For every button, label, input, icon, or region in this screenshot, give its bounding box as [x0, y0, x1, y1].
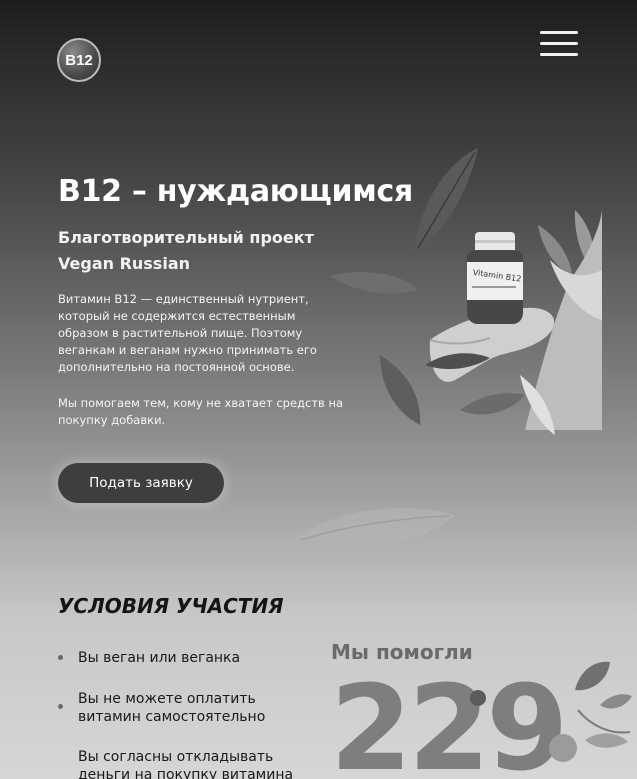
bullet-icon	[58, 655, 63, 660]
logo[interactable]: B12	[57, 38, 101, 82]
hamburger-menu-icon[interactable]	[540, 31, 580, 59]
condition-item: Вы согласны откладывать деньги на покупк…	[78, 749, 294, 779]
condition-item: Вы веган или веганка	[78, 650, 241, 666]
conditions-title: УСЛОВИЯ УЧАСТИЯ	[58, 594, 284, 618]
condition-item: Вы не можете оплатить витамин самостояте…	[78, 691, 266, 725]
apply-button[interactable]: Подать заявку	[58, 463, 224, 503]
background-leaf-icon	[295, 508, 455, 550]
floral-decoration-icon	[470, 661, 632, 762]
hero-description-2: Мы помогаем тем, кому не хватает средств…	[58, 396, 344, 427]
hero-title: B12 – нуждающимся	[58, 174, 413, 209]
bullet-icon	[58, 704, 63, 709]
logo-text: B12	[65, 51, 93, 69]
hero-description: Витамин B12 — единственный нутриент, кот…	[58, 292, 317, 374]
hero-subtitle: Благотворительный проект Vegan Russian	[58, 228, 314, 273]
